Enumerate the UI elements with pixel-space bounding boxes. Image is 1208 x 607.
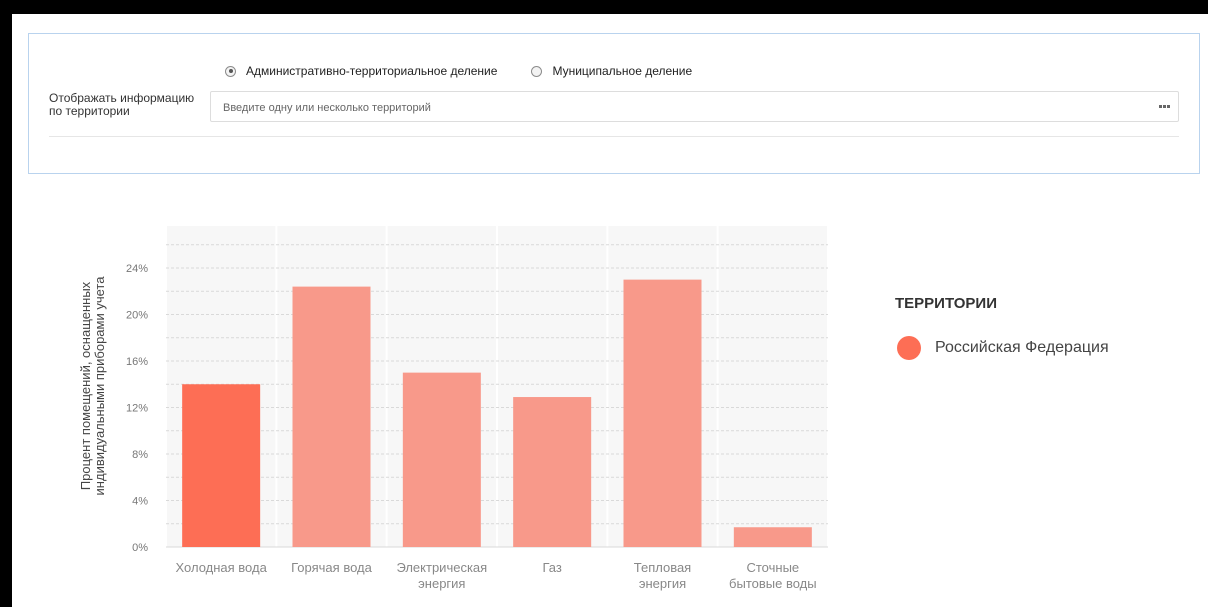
x-tick-label-line: энергия [639, 576, 686, 591]
x-tick-label-line: энергия [418, 576, 465, 591]
legend-item-label: Российская Федерация [935, 339, 1109, 356]
bar[interactable] [182, 384, 261, 547]
x-tick-label: Электрическая энергия [396, 560, 487, 591]
bar[interactable] [402, 372, 481, 547]
y-tick-label: 20% [126, 310, 148, 322]
legend-title: ТЕРРИТОРИИ [895, 295, 997, 312]
page: Административно-территориальное деление … [12, 14, 1208, 607]
x-tick-label: Тепловая энергия [634, 560, 691, 591]
x-tick-label: Горячая вода [291, 560, 372, 575]
y-axis-label-line: Процент помещений, оснащенных [78, 281, 93, 490]
bar[interactable] [513, 397, 592, 547]
x-tick-label-line: бытовые воды [729, 576, 817, 591]
y-tick-label: 16% [126, 356, 148, 368]
bar[interactable] [623, 279, 702, 547]
y-tick-label: 8% [132, 449, 148, 461]
legend-color-dot [897, 336, 921, 360]
x-tick-label-line: Электрическая [396, 560, 487, 575]
x-tick-label: Газ [542, 560, 561, 575]
bar[interactable] [292, 286, 371, 547]
bar[interactable] [733, 527, 812, 547]
chart-slot-bg [718, 226, 827, 547]
x-tick-label-line: Сточные [746, 560, 799, 575]
x-tick-label: Холодная вода [176, 560, 268, 575]
y-tick-label: 12% [126, 403, 148, 415]
x-tick-label-line: Горячая вода [291, 560, 372, 575]
x-tick-label-line: Тепловая [634, 560, 691, 575]
y-axis-label: Процент помещений, оснащенныхиндивидуаль… [78, 276, 107, 496]
y-tick-label: 24% [126, 263, 148, 275]
y-tick-label: 0% [132, 542, 148, 554]
y-axis-label-line: индивидуальными приборами учета [92, 276, 107, 496]
x-tick-label-line: Холодная вода [176, 560, 268, 575]
y-tick-label: 4% [132, 496, 148, 508]
x-tick-label-line: Газ [542, 560, 561, 575]
legend-item-russian-federation[interactable]: Российская Федерация [897, 336, 1109, 360]
x-tick-label: Сточные бытовые воды [729, 560, 817, 591]
bar-chart: 0% 4% 8% 12% 16% 20% 24% Процент помещений, осн… [78, 226, 828, 591]
